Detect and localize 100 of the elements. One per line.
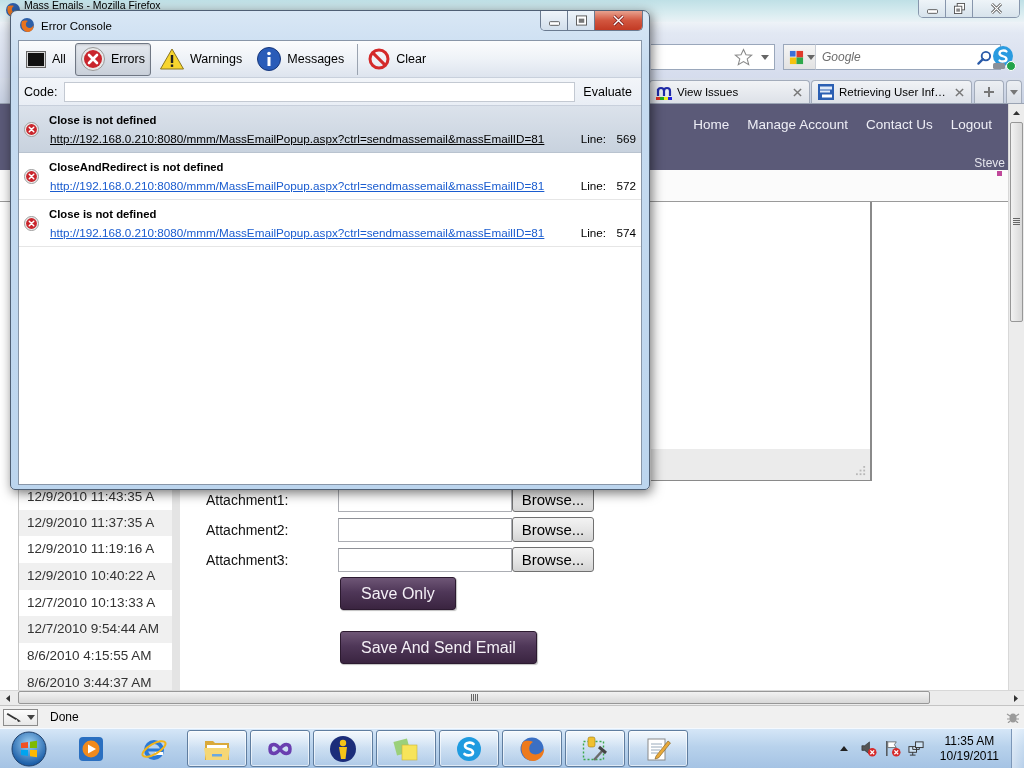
line-number: 572 bbox=[615, 178, 636, 192]
browse-button[interactable]: Browse... bbox=[512, 547, 594, 572]
new-tab-button[interactable] bbox=[974, 80, 1004, 103]
star-icon[interactable] bbox=[734, 47, 753, 67]
scroll-thumb[interactable] bbox=[1010, 122, 1023, 322]
clock-date[interactable]: 10/19/2011 bbox=[939, 748, 999, 764]
error-entry[interactable]: Close is not defined http://192.168.0.210:8080/mmm/MassEmailPopup.aspx?ctrl=sendmassemail&massEmailID=81 Line: 569 bbox=[19, 106, 641, 153]
field-label: Attachment2: bbox=[206, 521, 290, 538]
info-icon bbox=[257, 47, 282, 71]
nav-link[interactable]: Home bbox=[693, 117, 730, 133]
field-label: Attachment3: bbox=[206, 551, 290, 568]
evaluate-button[interactable]: Evaluate bbox=[579, 80, 636, 103]
error-entry[interactable]: Close is not defined http://192.168.0.210:8080/mmm/MassEmailPopup.aspx?ctrl=sendmassemail&massEmailID=81 Line: 574 bbox=[19, 200, 641, 247]
filter-tab[interactable]: Messages bbox=[251, 42, 351, 76]
error-entry[interactable]: CloseAndRedirect is not defined http://192.168.0.210:8080/mmm/MassEmailPopup.aspx?ctrl=sendmassemail&massEmailID=81 Line: 572 bbox=[19, 153, 641, 200]
error-message: Close is not defined bbox=[49, 112, 158, 127]
caret-up-icon[interactable] bbox=[839, 746, 848, 751]
restore-icon bbox=[953, 3, 965, 14]
source-link[interactable]: http://192.168.0.210:8080/mmm/MassEmailPopup.aspx?ctrl=sendmassemail&massEmailID=81 bbox=[50, 130, 545, 146]
show-desktop-button[interactable] bbox=[1011, 729, 1024, 768]
clear-button[interactable]: Clear bbox=[362, 42, 433, 76]
tools-icon bbox=[581, 734, 609, 763]
source-link[interactable]: http://192.168.0.210:8080/mmm/MassEmailPopup.aspx?ctrl=sendmassemail&massEmailID=81 bbox=[50, 224, 545, 240]
code-field[interactable] bbox=[64, 81, 576, 102]
close-icon[interactable] bbox=[793, 87, 802, 97]
search-field[interactable]: Google bbox=[816, 44, 1001, 70]
file-field[interactable] bbox=[338, 517, 512, 542]
caret-up-icon bbox=[1013, 110, 1020, 115]
error-icon bbox=[24, 121, 39, 137]
minimize-button[interactable] bbox=[919, 0, 946, 17]
history-item[interactable]: 12/9/2010 11:37:35 A bbox=[19, 509, 172, 537]
dropdown-caret-icon bbox=[1010, 89, 1018, 95]
dropdown-caret-icon[interactable] bbox=[761, 54, 769, 60]
squares-icon bbox=[789, 49, 804, 65]
url-field[interactable] bbox=[651, 44, 775, 70]
taskbar-button[interactable] bbox=[250, 730, 310, 767]
nav-link[interactable]: Logout bbox=[950, 117, 992, 133]
caret-left-icon bbox=[6, 694, 10, 702]
error-icon bbox=[24, 215, 39, 231]
plus-icon bbox=[984, 87, 994, 97]
dropdown-caret-icon bbox=[807, 54, 815, 60]
m-logo-icon bbox=[656, 84, 672, 100]
browser-tab[interactable]: View Issues bbox=[649, 80, 810, 103]
code-label: Code: bbox=[24, 84, 58, 99]
source-link[interactable]: http://192.168.0.210:8080/mmm/MassEmailPopup.aspx?ctrl=sendmassemail&massEmailID=81 bbox=[50, 177, 545, 193]
network-icon[interactable] bbox=[907, 740, 925, 757]
minimize-button[interactable] bbox=[541, 11, 568, 30]
submit-button[interactable]: Save Only bbox=[340, 577, 456, 610]
vertical-scrollbar[interactable] bbox=[1008, 104, 1024, 690]
browse-button[interactable]: Browse... bbox=[512, 517, 594, 542]
horizontal-scrollbar[interactable] bbox=[0, 690, 1024, 705]
minimize-icon bbox=[926, 8, 938, 14]
status-menu-button[interactable] bbox=[3, 708, 38, 726]
flag-alert-icon[interactable] bbox=[883, 740, 901, 757]
status-text: Done bbox=[50, 710, 79, 724]
nav-link[interactable]: Manage Account bbox=[747, 117, 848, 133]
figure-icon bbox=[329, 734, 357, 763]
close-button[interactable] bbox=[595, 11, 642, 30]
close-icon[interactable] bbox=[955, 87, 964, 97]
history-item[interactable]: 12/9/2010 10:40:22 A bbox=[19, 563, 172, 590]
site-logo-icon bbox=[818, 84, 834, 100]
resize-grip-icon[interactable] bbox=[856, 466, 866, 476]
speaker-muted-icon[interactable] bbox=[859, 740, 877, 757]
s-circle-icon bbox=[990, 45, 1016, 71]
dropdown-caret-icon bbox=[27, 714, 35, 720]
bug-icon[interactable] bbox=[1006, 711, 1020, 723]
scroll-thumb[interactable] bbox=[18, 691, 930, 704]
warning-icon bbox=[159, 47, 184, 71]
field-label: Attachment1: bbox=[206, 491, 290, 508]
grip-icon bbox=[1013, 218, 1020, 225]
browser-tab[interactable]: Retrieving User Inf… bbox=[811, 80, 972, 103]
list-tabs-button[interactable] bbox=[1006, 80, 1022, 103]
nav-link[interactable]: Contact Us bbox=[865, 117, 933, 133]
history-item[interactable]: 12/7/2010 9:54:44 AM bbox=[19, 616, 172, 644]
brush-icon bbox=[6, 711, 23, 723]
filter-tab[interactable]: Errors bbox=[74, 42, 151, 76]
close-button[interactable] bbox=[973, 0, 1019, 17]
close-icon bbox=[612, 15, 625, 26]
terminal-icon bbox=[26, 50, 46, 68]
taskbar-button[interactable] bbox=[313, 730, 373, 767]
history-item[interactable]: 8/6/2010 3:44:37 AM bbox=[19, 669, 172, 690]
clock-time[interactable]: 11:35 AM bbox=[944, 733, 995, 749]
filter-tab[interactable]: All bbox=[20, 42, 72, 76]
submit-button[interactable]: Save And Send Email bbox=[340, 631, 537, 664]
search-icon[interactable] bbox=[977, 49, 992, 65]
error-icon bbox=[80, 47, 105, 71]
search-engine-button[interactable] bbox=[783, 44, 816, 70]
search-input[interactable]: Google bbox=[816, 46, 977, 68]
maximize-button[interactable] bbox=[568, 11, 595, 30]
s-circle-icon bbox=[455, 734, 483, 763]
close-icon bbox=[989, 3, 1003, 14]
line-number: 569 bbox=[615, 131, 636, 145]
restore-button[interactable] bbox=[946, 0, 973, 17]
line-number: 574 bbox=[615, 225, 636, 239]
file-field[interactable] bbox=[338, 547, 512, 572]
line-label: Line: bbox=[580, 225, 606, 239]
error-message: Close is not defined bbox=[49, 206, 158, 221]
filter-tab[interactable]: Warnings bbox=[153, 42, 249, 76]
maximize-icon bbox=[575, 15, 587, 26]
minimize-icon bbox=[548, 20, 560, 26]
